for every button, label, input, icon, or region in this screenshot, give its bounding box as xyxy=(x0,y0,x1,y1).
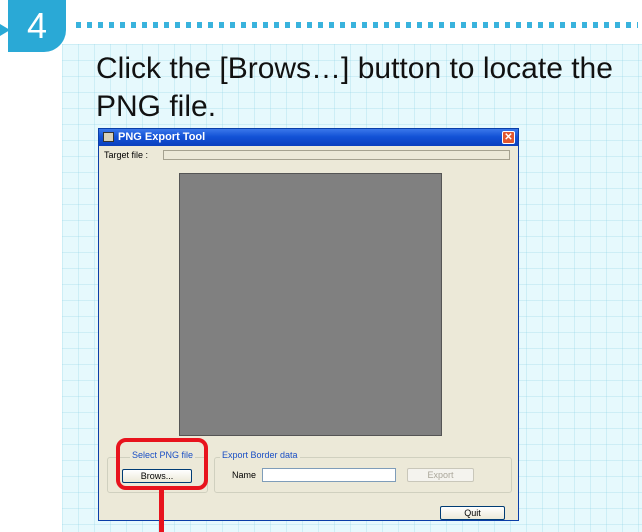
instruction-text: Click the [Brows…] button to locate the … xyxy=(96,52,613,123)
app-icon xyxy=(103,132,114,142)
browse-button-highlight xyxy=(116,438,208,490)
export-border-data-group-title: Export Border data xyxy=(220,450,300,460)
callout-pointer-line xyxy=(159,489,164,532)
window-titlebar: PNG Export Tool ✕ xyxy=(99,129,518,146)
step-number-badge: 4 xyxy=(8,0,66,52)
target-file-field xyxy=(163,150,510,160)
target-file-label: Target file : xyxy=(104,150,149,160)
name-label: Name xyxy=(232,470,257,480)
window-title: PNG Export Tool xyxy=(118,131,206,143)
quit-button[interactable]: Quit xyxy=(440,506,505,520)
image-preview-area xyxy=(179,173,442,436)
export-border-data-group: Export Border data Name Export xyxy=(214,450,512,493)
close-button[interactable]: ✕ xyxy=(502,131,515,144)
export-button[interactable]: Export xyxy=(407,468,474,482)
name-input[interactable] xyxy=(262,468,396,482)
dotted-divider xyxy=(76,22,638,28)
